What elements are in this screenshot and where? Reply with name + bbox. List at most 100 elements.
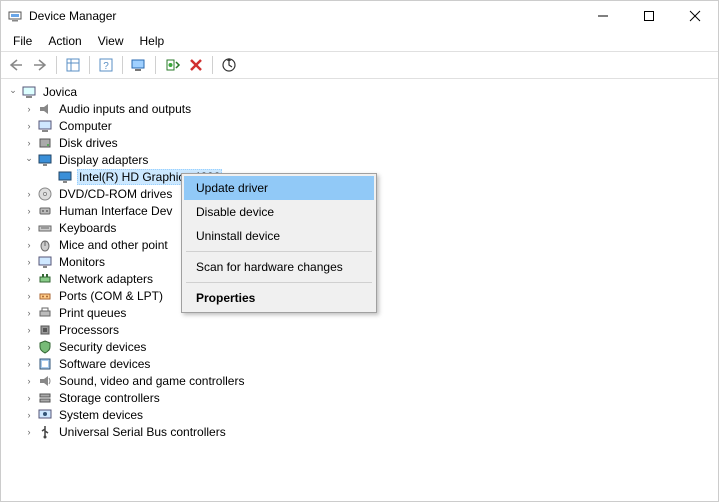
toolbar-separator [56,56,57,74]
expand-toggle-icon[interactable] [7,86,19,98]
tree-category[interactable]: Audio inputs and outputs [3,100,716,117]
menu-help[interactable]: Help [132,32,173,50]
show-hide-tree-button[interactable] [62,54,84,76]
computer-icon [21,84,37,100]
tree-category-label: Computer [57,119,114,133]
expand-toggle-icon[interactable] [23,290,35,302]
expand-toggle-icon[interactable] [23,188,35,200]
expand-toggle-icon[interactable] [23,120,35,132]
menu-view[interactable]: View [90,32,132,50]
tree-category[interactable]: Display adapters [3,151,716,168]
port-icon [37,288,53,304]
context-menu-item[interactable]: Disable device [184,200,374,224]
system-icon [37,407,53,423]
forward-button[interactable] [29,54,51,76]
toolbar-separator [212,56,213,74]
speaker-icon [37,101,53,117]
expand-toggle-icon[interactable] [23,273,35,285]
printer-icon [37,305,53,321]
menu-action[interactable]: Action [40,32,89,50]
storage-icon [37,390,53,406]
tree-category[interactable]: System devices [3,406,716,423]
expand-toggle-icon[interactable] [23,103,35,115]
display-icon [37,152,53,168]
tree-category[interactable]: Software devices [3,355,716,372]
context-menu-item[interactable]: Properties [184,286,374,310]
expand-toggle-icon[interactable] [23,205,35,217]
tree-category-label: System devices [57,408,145,422]
tree-category-label: Display adapters [57,153,150,167]
back-button[interactable] [5,54,27,76]
toolbar-separator [155,56,156,74]
display-icon [57,169,73,185]
scan-hardware-button[interactable] [161,54,183,76]
tree-category[interactable]: Universal Serial Bus controllers [3,423,716,440]
expand-toggle-icon[interactable] [23,222,35,234]
window-controls [580,1,718,31]
context-menu-separator [186,282,372,283]
tree-root-label: Jovica [41,85,79,99]
context-menu: Update driverDisable deviceUninstall dev… [181,173,377,313]
expand-toggle-icon[interactable] [23,256,35,268]
tree-category-label: Software devices [57,357,152,371]
tree-category-label: DVD/CD-ROM drives [57,187,174,201]
expand-toggle-icon[interactable] [23,307,35,319]
tree-category-label: Universal Serial Bus controllers [57,425,228,439]
close-button[interactable] [672,1,718,31]
tree-category[interactable]: Security devices [3,338,716,355]
expand-toggle-icon[interactable] [23,409,35,421]
context-menu-item[interactable]: Scan for hardware changes [184,255,374,279]
tree-category-label: Network adapters [57,272,155,286]
context-menu-item[interactable]: Uninstall device [184,224,374,248]
computer-action-button[interactable] [128,54,150,76]
toolbar-separator [122,56,123,74]
expand-toggle-icon[interactable] [23,239,35,251]
tree-root[interactable]: Jovica [3,83,716,100]
computer-icon [37,118,53,134]
tree-category-label: Processors [57,323,121,337]
tree-category-label: Monitors [57,255,107,269]
tree-category-label: Disk drives [57,136,120,150]
toolbar: ? [1,51,718,79]
help-button[interactable]: ? [95,54,117,76]
tree-category-label: Audio inputs and outputs [57,102,193,116]
cpu-icon [37,322,53,338]
tree-category[interactable]: Storage controllers [3,389,716,406]
device-manager-icon [7,8,23,24]
tree-category[interactable]: Sound, video and game controllers [3,372,716,389]
tree-category[interactable]: Processors [3,321,716,338]
tree-category-label: Keyboards [57,221,118,235]
expand-toggle-icon[interactable] [23,341,35,353]
expand-toggle-icon[interactable] [23,137,35,149]
titlebar: Device Manager [1,1,718,31]
menu-file[interactable]: File [5,32,40,50]
menubar: File Action View Help [1,31,718,51]
mouse-icon [37,237,53,253]
maximize-button[interactable] [626,1,672,31]
keyboard-icon [37,220,53,236]
context-menu-separator [186,251,372,252]
monitor-icon [37,254,53,270]
expand-toggle-icon[interactable] [23,392,35,404]
network-icon [37,271,53,287]
expand-toggle-icon[interactable] [23,375,35,387]
dvd-icon [37,186,53,202]
expand-toggle-icon[interactable] [23,426,35,438]
usb-icon [37,424,53,440]
svg-text:?: ? [103,61,109,72]
tree-category-label: Storage controllers [57,391,162,405]
expand-toggle-icon[interactable] [23,154,35,166]
minimize-button[interactable] [580,1,626,31]
tree-category-label: Print queues [57,306,128,320]
context-menu-item[interactable]: Update driver [184,176,374,200]
expand-toggle-icon[interactable] [23,324,35,336]
software-icon [37,356,53,372]
expand-toggle-icon[interactable] [23,358,35,370]
tree-category[interactable]: Computer [3,117,716,134]
tree-category[interactable]: Disk drives [3,134,716,151]
uninstall-button[interactable] [185,54,207,76]
tree-category-label: Sound, video and game controllers [57,374,246,388]
hid-icon [37,203,53,219]
update-driver-button[interactable] [218,54,240,76]
device-tree[interactable]: Jovica Audio inputs and outputs Computer D… [1,79,718,501]
